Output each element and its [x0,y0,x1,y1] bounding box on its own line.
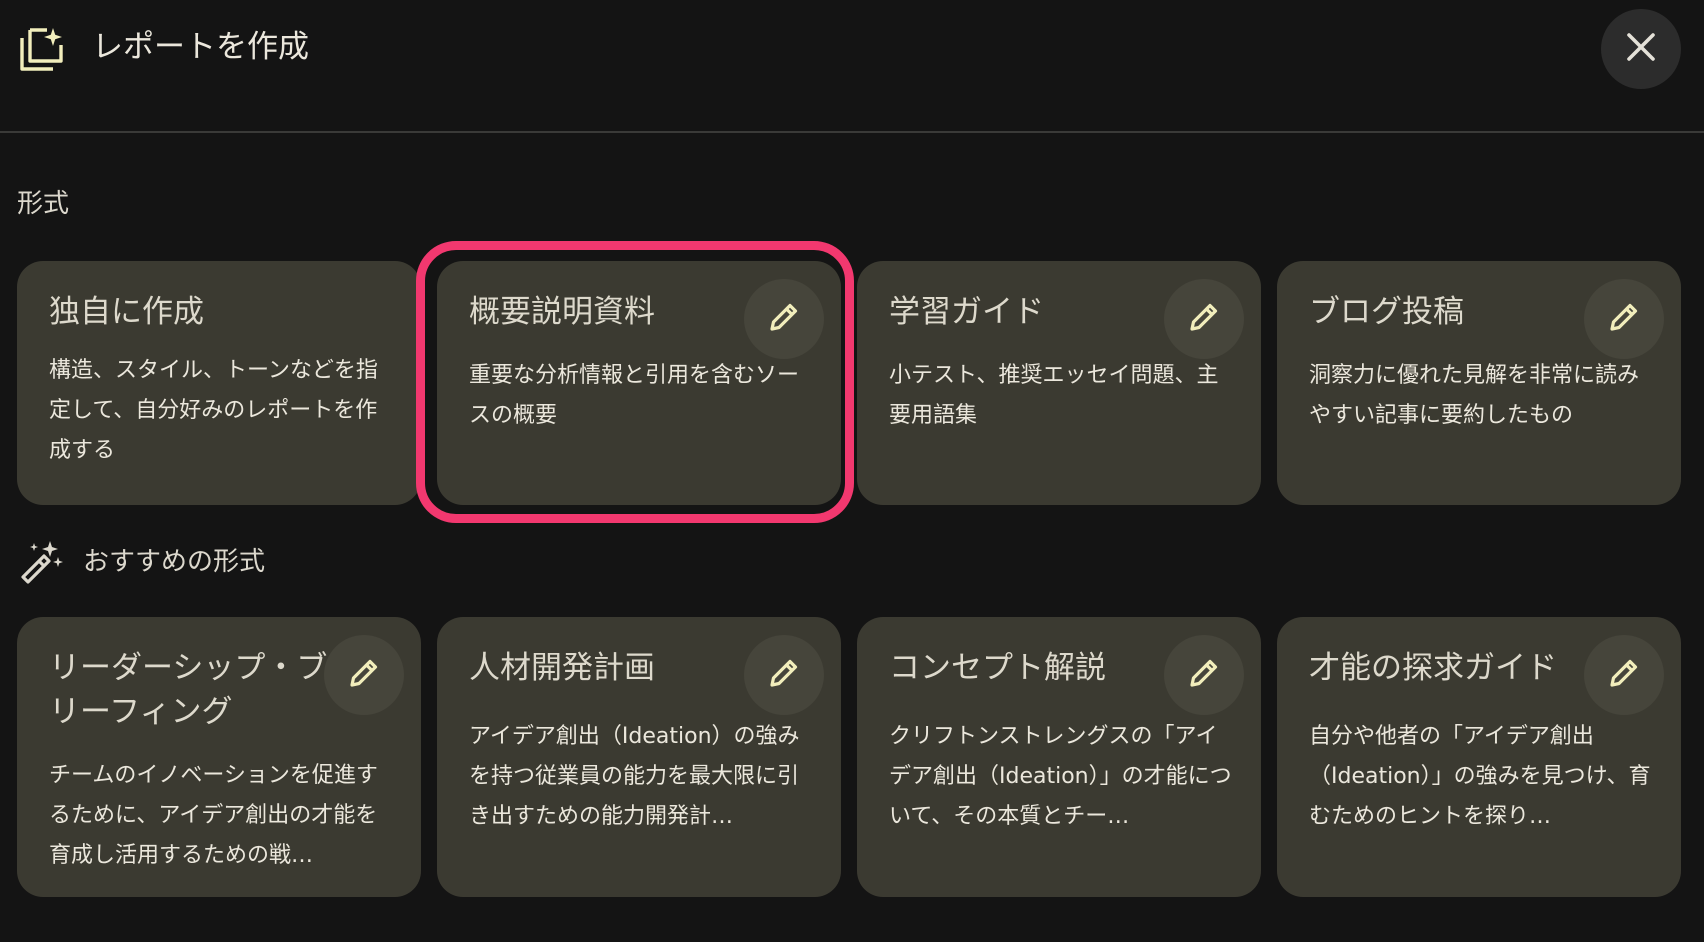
format-card-blog-post[interactable]: ブログ投稿 洞察力に優れた見解を非常に読みやすい記事に要約したもの [1277,261,1681,505]
close-button[interactable] [1601,9,1681,89]
card-description: 重要な分析情報と引用を含むソースの概要 [469,363,800,428]
card-title: 才能の探求ガイド [1309,650,1557,686]
pencil-icon [1607,656,1641,694]
card-title: 概要説明資料 [469,294,655,330]
pencil-icon [767,656,801,694]
suggested-card-talent-exploration-guide[interactable]: 才能の探求ガイド 自分や他者の「アイデア創出（Ideation）」の強みを見つけ… [1277,617,1681,897]
pencil-icon [1607,300,1641,338]
edit-button[interactable] [1164,635,1244,715]
dialog-header: レポートを作成 [0,0,1704,133]
suggested-card-concept-explainer[interactable]: コンセプト解説 クリフトンストレングスの「アイデア創出（Ideation）」の才… [857,617,1261,897]
edit-button[interactable] [744,279,824,359]
card-title: 人材開発計画 [469,650,655,686]
card-description: 洞察力に優れた見解を非常に読みやすい記事に要約したもの [1309,363,1640,428]
card-description: クリフトンストレングスの「アイデア創出（Ideation）」の才能について、その… [889,724,1232,829]
suggested-section-label: おすすめの形式 [83,547,266,577]
dialog-title: レポートを作成 [92,29,309,65]
report-sparkle-icon [19,26,65,72]
edit-button[interactable] [744,635,824,715]
card-description: 自分や他者の「アイデア創出（Ideation）」の強みを見つけ、育むためのヒント… [1309,724,1651,829]
card-title: 独自に作成 [49,294,204,330]
card-description: 小テスト、推奨エッセイ問題、主要用語集 [889,363,1219,428]
format-card-study-guide[interactable]: 学習ガイド 小テスト、推奨エッセイ問題、主要用語集 [857,261,1261,505]
pencil-icon [347,656,381,694]
card-title: ブログ投稿 [1309,294,1464,330]
pencil-icon [767,300,801,338]
magic-wand-icon [19,540,63,584]
edit-button[interactable] [1584,635,1664,715]
card-description: アイデア創出（Ideation）の強みを持つ従業員の能力を最大限に引き出すための… [469,724,800,829]
pencil-icon [1187,656,1221,694]
edit-button[interactable] [324,635,404,715]
create-report-dialog: レポートを作成 形式 独自に作成 構造、スタイル、トーンなどを指定して、自分好み… [0,0,1704,942]
card-title: リーダーシップ・ブリーフィング [49,650,328,730]
card-title: 学習ガイド [889,294,1044,330]
edit-button[interactable] [1584,279,1664,359]
card-description: 構造、スタイル、トーンなどを指定して、自分好みのレポートを作成する [49,358,378,463]
pencil-icon [1187,300,1221,338]
suggested-card-talent-development[interactable]: 人材開発計画 アイデア創出（Ideation）の強みを持つ従業員の能力を最大限に… [437,617,841,897]
card-description: チームのイノベーションを促進するために、アイデア創出の才能を育成し活用するための… [49,763,378,868]
close-icon [1626,32,1656,66]
card-title: コンセプト解説 [889,650,1106,686]
format-card-custom[interactable]: 独自に作成 構造、スタイル、トーンなどを指定して、自分好みのレポートを作成する [17,261,421,505]
suggested-card-leadership-briefing[interactable]: リーダーシップ・ブリーフィング チームのイノベーションを促進するために、アイデア… [17,617,421,897]
edit-button[interactable] [1164,279,1244,359]
formats-section-label: 形式 [17,189,70,219]
suggested-section-header: おすすめの形式 [19,540,265,584]
format-card-briefing-doc[interactable]: 概要説明資料 重要な分析情報と引用を含むソースの概要 [437,261,841,505]
